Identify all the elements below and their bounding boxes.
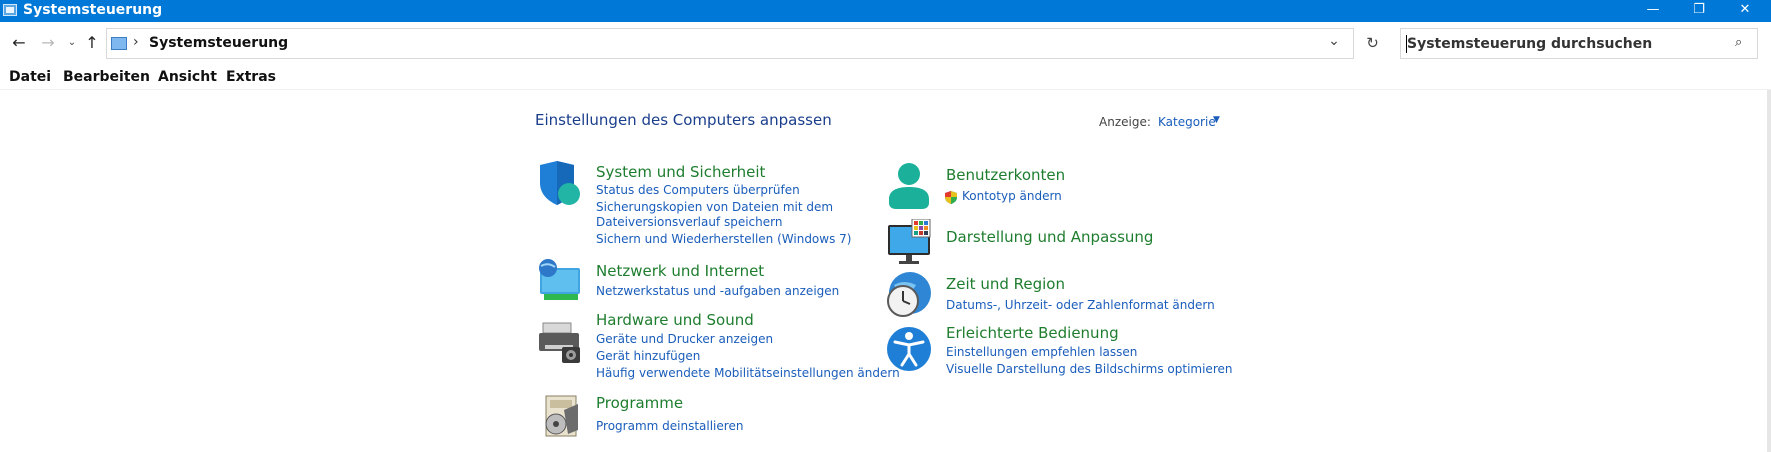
clock-globe-icon[interactable] bbox=[886, 271, 932, 317]
view-by-dropdown[interactable]: Kategorie bbox=[1158, 115, 1216, 129]
printer-icon[interactable] bbox=[536, 321, 582, 367]
menu-ansicht[interactable]: Ansicht bbox=[158, 69, 217, 85]
address-bar[interactable]: › Systemsteuerung ⌄ bbox=[106, 28, 1354, 59]
category-benutzerkonten[interactable]: Benutzerkonten bbox=[946, 166, 1065, 184]
monitor-icon[interactable] bbox=[886, 218, 932, 265]
maximize-button[interactable]: ❐ bbox=[1676, 0, 1722, 22]
link-einstellungen-empfehlen[interactable]: Einstellungen empfehlen lassen bbox=[946, 345, 1137, 359]
category-darstellung-und-anpassung[interactable]: Darstellung und Anpassung bbox=[946, 228, 1153, 246]
up-arrow-icon[interactable]: ↑ bbox=[82, 33, 102, 53]
control-panel-location-icon bbox=[111, 37, 127, 50]
view-by-label: Anzeige: bbox=[1099, 115, 1151, 129]
link-datums-uhrzeit-format[interactable]: Datums-, Uhrzeit- oder Zahlenformat ände… bbox=[946, 298, 1215, 312]
menu-extras[interactable]: Extras bbox=[226, 69, 276, 85]
network-globe-icon[interactable] bbox=[536, 258, 582, 304]
shield-icon[interactable] bbox=[536, 161, 582, 207]
menu-datei[interactable]: Datei bbox=[9, 69, 51, 85]
view-by-chevron-icon[interactable]: ▼ bbox=[1213, 115, 1220, 125]
scrollbar-track[interactable] bbox=[1767, 90, 1771, 452]
control-panel-app-icon bbox=[3, 4, 17, 16]
menu-bearbeiten[interactable]: Bearbeiten bbox=[63, 69, 150, 85]
link-sichern-wiederherstellen[interactable]: Sichern und Wiederherstellen (Windows 7) bbox=[596, 232, 851, 246]
category-programme[interactable]: Programme bbox=[596, 394, 683, 412]
breadcrumb-systemsteuerung[interactable]: Systemsteuerung bbox=[149, 35, 288, 51]
link-visuelle-darstellung[interactable]: Visuelle Darstellung des Bildschirms opt… bbox=[946, 362, 1232, 376]
link-sicherungskopien[interactable]: Sicherungskopien von Dateien mit dem bbox=[596, 200, 833, 214]
link-status-des-computers[interactable]: Status des Computers überprüfen bbox=[596, 183, 800, 197]
category-zeit-und-region[interactable]: Zeit und Region bbox=[946, 275, 1065, 293]
link-mobilitaetseinstellungen[interactable]: Häufig verwendete Mobilitätseinstellunge… bbox=[596, 366, 900, 380]
control-panel-content: Einstellungen des Computers anpassen Anz… bbox=[0, 91, 1766, 452]
category-netzwerk-und-internet[interactable]: Netzwerk und Internet bbox=[596, 262, 764, 280]
back-arrow-icon[interactable]: ← bbox=[9, 33, 29, 53]
category-system-und-sicherheit[interactable]: System und Sicherheit bbox=[596, 163, 765, 181]
uac-shield-icon bbox=[945, 189, 957, 204]
link-geraet-hinzufuegen[interactable]: Gerät hinzufügen bbox=[596, 349, 700, 363]
close-button[interactable]: ✕ bbox=[1722, 0, 1768, 22]
category-erleichterte-bedienung[interactable]: Erleichterte Bedienung bbox=[946, 324, 1119, 342]
link-programm-deinstallieren[interactable]: Programm deinstallieren bbox=[596, 419, 743, 433]
accessibility-icon[interactable] bbox=[886, 326, 932, 372]
programs-icon[interactable] bbox=[540, 394, 586, 440]
breadcrumb-separator[interactable]: › bbox=[133, 34, 139, 50]
window-title: Systemsteuerung bbox=[23, 2, 163, 18]
user-accounts-icon[interactable] bbox=[886, 163, 932, 209]
search-input[interactable] bbox=[1407, 31, 1725, 56]
minimize-button[interactable]: — bbox=[1630, 0, 1676, 22]
category-hardware-und-sound[interactable]: Hardware und Sound bbox=[596, 311, 754, 329]
search-icon[interactable]: ⌕ bbox=[1735, 35, 1742, 50]
link-geraete-und-drucker[interactable]: Geräte und Drucker anzeigen bbox=[596, 332, 773, 346]
refresh-icon[interactable]: ↻ bbox=[1358, 28, 1386, 59]
page-title: Einstellungen des Computers anpassen bbox=[535, 111, 832, 129]
recent-locations-chevron-icon[interactable]: ⌄ bbox=[62, 33, 82, 53]
title-bar: Systemsteuerung — ❐ ✕ bbox=[0, 0, 1771, 22]
link-dateiversionsverlauf[interactable]: Dateiversionsverlauf speichern bbox=[596, 215, 782, 229]
address-dropdown-chevron-icon[interactable]: ⌄ bbox=[1323, 33, 1345, 49]
menu-bar: Datei Bearbeiten Ansicht Extras bbox=[0, 66, 1771, 90]
link-kontotyp-aendern[interactable]: Kontotyp ändern bbox=[962, 189, 1062, 203]
link-netzwerkstatus[interactable]: Netzwerkstatus und -aufgaben anzeigen bbox=[596, 284, 839, 298]
address-bar-row: ← → ⌄ ↑ › Systemsteuerung ⌄ ↻ ⌕ bbox=[0, 22, 1771, 66]
forward-arrow-icon[interactable]: → bbox=[38, 33, 58, 53]
search-box[interactable]: ⌕ bbox=[1400, 28, 1758, 59]
